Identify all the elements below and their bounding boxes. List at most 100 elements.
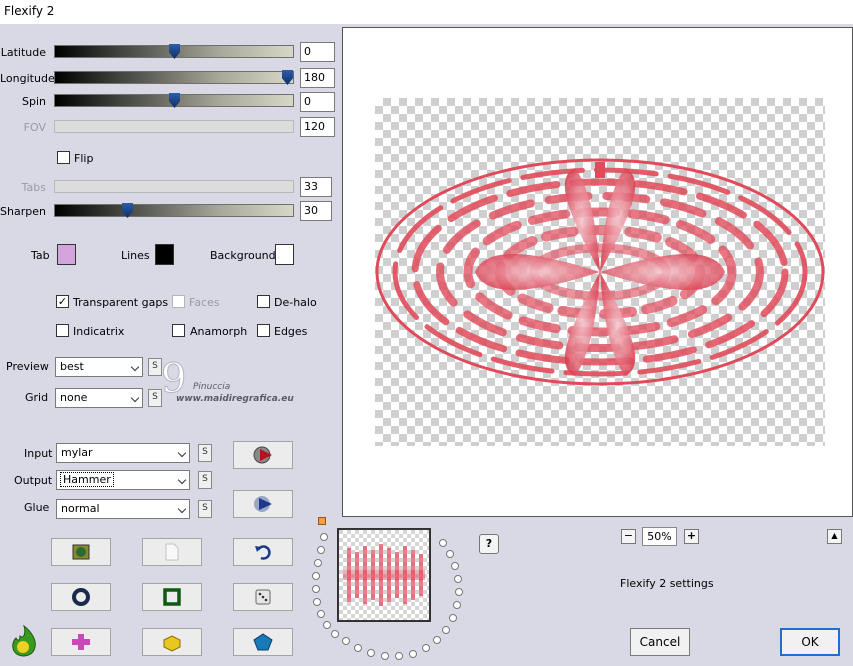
glue-label: Glue — [24, 501, 50, 514]
frame-dot[interactable] — [317, 610, 325, 618]
glue-select[interactable]: normal — [56, 499, 190, 519]
chevron-down-icon — [130, 362, 140, 372]
frame-dot[interactable] — [451, 562, 459, 570]
frame-dot[interactable] — [313, 598, 321, 606]
randomize-button[interactable] — [51, 538, 111, 566]
longitude-slider[interactable] — [54, 70, 294, 85]
indicatrix-checkbox[interactable] — [56, 324, 69, 337]
tabs-input: 33 — [300, 177, 332, 197]
output-select-value: Hammer — [60, 472, 114, 487]
frame-dot[interactable] — [312, 585, 320, 593]
frame-dot[interactable] — [449, 614, 457, 622]
tab-color-swatch[interactable] — [57, 244, 76, 265]
cancel-button[interactable]: Cancel — [630, 628, 690, 656]
frame-dot[interactable] — [395, 652, 403, 660]
cross-grid-icon — [72, 634, 90, 650]
input-select[interactable]: mylar — [56, 443, 190, 463]
preview-image — [375, 158, 825, 386]
flaming-pear-logo — [6, 622, 42, 658]
de-halo-checkbox[interactable] — [257, 295, 270, 308]
frame-dot[interactable] — [422, 644, 430, 652]
gem-icon — [253, 633, 273, 651]
frame-dot[interactable] — [323, 621, 331, 629]
copy-button — [142, 538, 202, 566]
lines-color-swatch[interactable] — [155, 244, 174, 265]
frame-dot[interactable] — [342, 637, 350, 645]
dice-button[interactable] — [233, 583, 293, 611]
latitude-label: Latitude — [0, 46, 46, 59]
frame-dot[interactable] — [317, 546, 325, 554]
flip-checkbox[interactable] — [57, 151, 70, 164]
play-animation-button[interactable] — [233, 490, 293, 518]
preview-panel[interactable] — [342, 27, 853, 517]
zoom-out-button[interactable]: − — [621, 529, 636, 544]
brick-button[interactable] — [142, 628, 202, 656]
frame-dot[interactable] — [442, 626, 450, 634]
de-halo-label: De-halo — [274, 296, 317, 309]
frame-dot[interactable] — [433, 636, 441, 644]
edges-checkbox[interactable] — [257, 324, 270, 337]
status-text: Flexify 2 settings — [620, 577, 714, 590]
play-blue-icon — [254, 496, 272, 512]
spin-input[interactable]: 0 — [300, 92, 335, 112]
latitude-input[interactable]: 0 — [300, 42, 335, 62]
frame-dot[interactable] — [314, 559, 322, 567]
latitude-slider[interactable] — [54, 44, 294, 59]
latitude-slider-thumb[interactable] — [169, 44, 180, 59]
ok-button[interactable]: OK — [780, 628, 840, 656]
input-select-value: mylar — [61, 446, 93, 459]
frame-dot[interactable] — [320, 533, 328, 541]
frame-dot[interactable] — [454, 575, 462, 583]
preview-select-value: best — [60, 360, 84, 373]
output-s-button[interactable]: S — [198, 471, 212, 489]
undo-icon — [255, 545, 271, 560]
preview-select[interactable]: best — [55, 357, 143, 377]
zoom-in-button[interactable]: + — [684, 529, 699, 544]
grid-label: Grid — [25, 391, 49, 404]
frame-dot[interactable] — [354, 644, 362, 652]
input-s-button[interactable]: S — [198, 444, 212, 462]
grid-select-value: none — [60, 391, 88, 404]
puzzle-button[interactable] — [51, 628, 111, 656]
frame-dot[interactable] — [381, 652, 389, 660]
sharpen-slider-thumb[interactable] — [122, 203, 133, 218]
output-select[interactable]: Hammer — [56, 470, 190, 490]
spin-slider[interactable] — [54, 93, 294, 108]
sharpen-input[interactable]: 30 — [300, 201, 332, 221]
glue-s-button[interactable]: S — [198, 500, 212, 518]
chevron-down-icon — [177, 448, 187, 458]
play-globe-icon — [253, 446, 272, 464]
frame-button[interactable] — [142, 583, 202, 611]
anamorph-checkbox[interactable] — [172, 324, 185, 337]
background-color-swatch[interactable] — [275, 244, 294, 265]
help-button[interactable]: ? — [479, 534, 499, 554]
longitude-slider-thumb[interactable] — [282, 70, 293, 85]
input-label: Input — [24, 447, 53, 460]
thumbnail-image — [339, 530, 429, 620]
document-icon — [165, 543, 179, 561]
render-preview-button[interactable] — [233, 441, 293, 469]
transparent-gaps-checkbox[interactable]: ✓ — [56, 295, 69, 308]
collapse-button[interactable]: ▲ — [827, 529, 842, 544]
frame-dot[interactable] — [455, 588, 463, 596]
indicatrix-label: Indicatrix — [73, 325, 125, 338]
frame-dot[interactable] — [453, 601, 461, 609]
undo-button[interactable] — [233, 538, 293, 566]
grid-select[interactable]: none — [55, 388, 143, 408]
ring-button[interactable] — [51, 583, 111, 611]
frame-dot[interactable] — [367, 649, 375, 657]
frame-dot[interactable] — [446, 550, 454, 558]
glue-select-value: normal — [61, 502, 100, 515]
chevron-down-icon — [177, 504, 187, 514]
sharpen-slider[interactable] — [54, 203, 294, 218]
frame-dot[interactable] — [439, 539, 447, 547]
anamorph-label: Anamorph — [190, 325, 248, 338]
frame-dot[interactable] — [331, 630, 339, 638]
frame-dot[interactable] — [312, 572, 320, 580]
lego-brick-icon — [163, 635, 181, 652]
gem-button[interactable] — [233, 628, 293, 656]
longitude-input[interactable]: 180 — [300, 68, 335, 88]
frame-dot[interactable] — [409, 650, 417, 658]
animation-thumbnail[interactable] — [337, 528, 431, 622]
spin-slider-thumb[interactable] — [169, 93, 180, 108]
